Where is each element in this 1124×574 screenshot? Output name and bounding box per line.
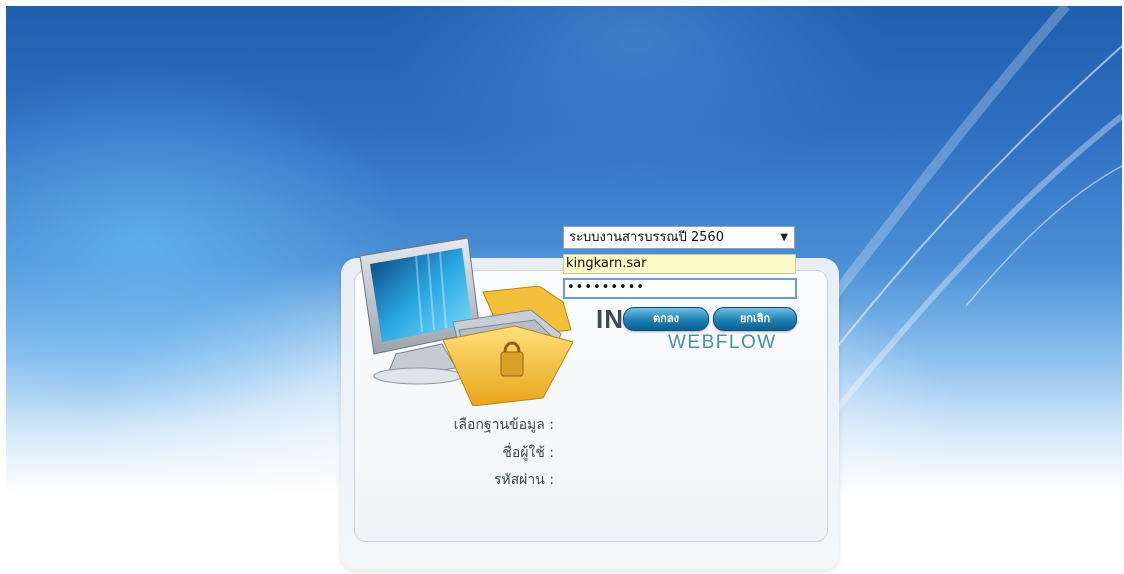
brand-product-text: WEBFLOW bbox=[668, 332, 777, 353]
cancel-button[interactable]: ยกเลิก bbox=[713, 307, 797, 331]
password-label: รหัสผ่าน : bbox=[493, 472, 554, 488]
database-select[interactable]: ระบบงานสารบรรณปี 2560 ▼ bbox=[563, 226, 795, 249]
password-input[interactable]: ••••••••• bbox=[563, 278, 797, 299]
locked-folder-icon bbox=[443, 286, 573, 406]
ok-button[interactable]: ตกลง bbox=[623, 307, 709, 331]
username-label: ชื่อผู้ใช้ : bbox=[502, 445, 554, 461]
chevron-down-icon: ▼ bbox=[780, 232, 788, 243]
database-select-value: ระบบงานสารบรรณปี 2560 bbox=[569, 230, 724, 245]
username-input[interactable]: kingkarn.sar bbox=[563, 254, 796, 274]
database-label: เลือกฐานข้อมูล : bbox=[453, 417, 554, 433]
